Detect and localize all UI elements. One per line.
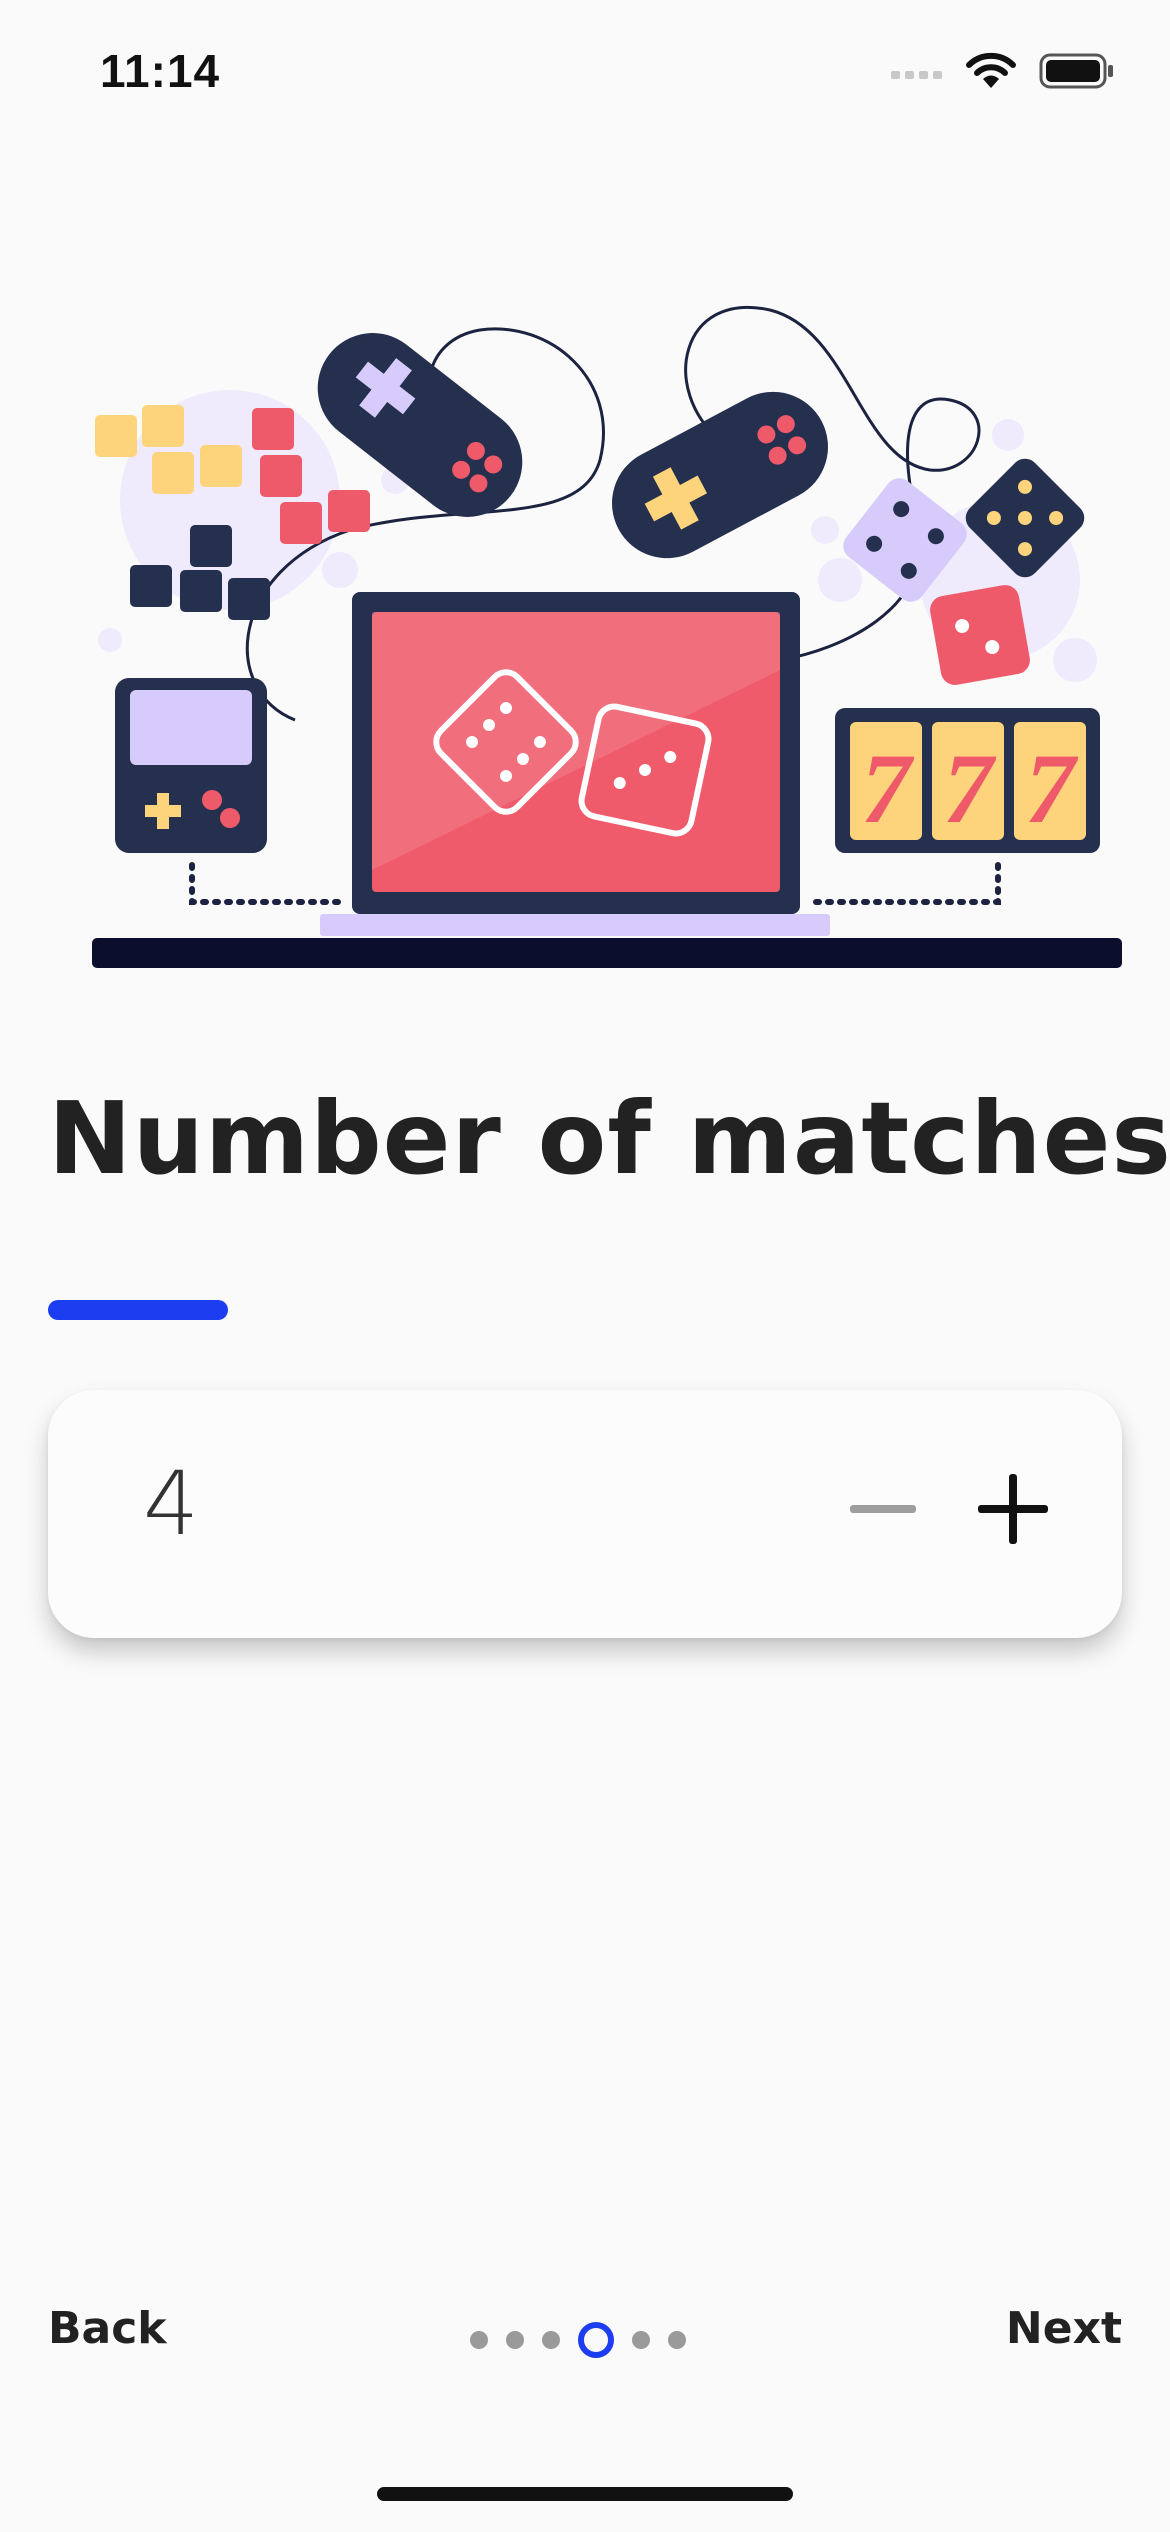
increment-button[interactable] [958, 1454, 1068, 1564]
status-bar: 11:14 [0, 0, 1170, 140]
page-dot-4-active[interactable] [578, 2322, 614, 2358]
decrement-button[interactable] [828, 1454, 938, 1564]
gaming-illustration: 7 7 7 [80, 290, 1130, 980]
status-icons [891, 52, 1115, 95]
page-title: Number of matches [48, 1080, 1170, 1197]
slot-digit-2: 7 [943, 733, 997, 844]
title-underline [48, 1300, 228, 1320]
minus-icon [828, 1505, 938, 1567]
page-dot-3[interactable] [542, 2331, 560, 2349]
stepper-value: 4 [143, 1452, 199, 1555]
wifi-icon [965, 52, 1017, 95]
page-dot-6[interactable] [668, 2331, 686, 2349]
home-indicator[interactable] [377, 2487, 793, 2501]
page-dot-1[interactable] [470, 2331, 488, 2349]
page-indicator [470, 2322, 686, 2358]
cellular-signal-icon [891, 61, 943, 86]
status-time: 11:14 [100, 45, 221, 97]
slot-digit-1: 7 [861, 733, 915, 844]
page-dot-5[interactable] [632, 2331, 650, 2349]
plus-icon [958, 1474, 1068, 1567]
match-count-stepper: 4 [48, 1390, 1122, 1638]
back-button[interactable]: Back [48, 2303, 167, 2354]
page-dot-2[interactable] [506, 2331, 524, 2349]
next-button[interactable]: Next [1006, 2303, 1122, 2354]
slot-digit-3: 7 [1025, 733, 1079, 844]
battery-icon [1039, 52, 1115, 95]
